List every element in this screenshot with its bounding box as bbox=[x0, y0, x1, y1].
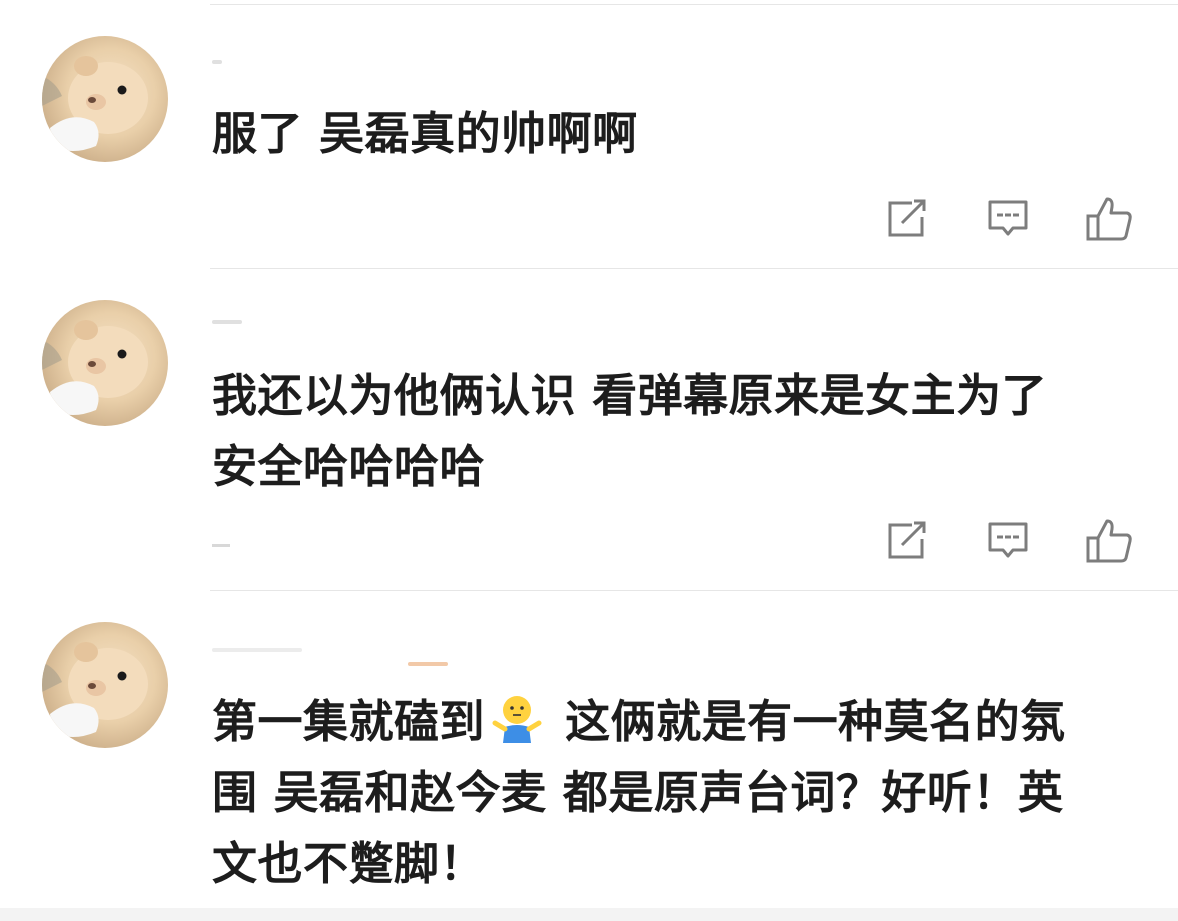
reply-icon bbox=[988, 200, 1028, 236]
username[interactable] bbox=[212, 60, 222, 64]
like-icon bbox=[1086, 197, 1132, 241]
divider bbox=[210, 4, 1178, 5]
reply-icon bbox=[988, 522, 1028, 558]
divider bbox=[210, 268, 1178, 269]
comment-text-line: 我还以为他俩认识 看弹幕原来是女主为了 bbox=[212, 369, 1048, 422]
like-button[interactable] bbox=[1084, 516, 1134, 566]
share-button[interactable] bbox=[882, 194, 932, 244]
comment-text-line: 围 吴磊和赵今麦 都是原声台词？好听！英 bbox=[212, 766, 1064, 819]
reply-button[interactable] bbox=[983, 516, 1033, 566]
timestamp-mark bbox=[212, 544, 230, 547]
user-badge bbox=[408, 662, 448, 666]
like-icon bbox=[1086, 519, 1132, 563]
comment-text-segment: 第一集就磕到 bbox=[212, 695, 486, 748]
avatar[interactable] bbox=[42, 36, 168, 162]
shrug-person-emoji bbox=[491, 693, 543, 745]
comment-text-line: 安全哈哈哈哈 bbox=[212, 440, 486, 493]
avatar[interactable] bbox=[42, 622, 168, 748]
like-button[interactable] bbox=[1084, 194, 1134, 244]
comment-text-segment: 这俩就是有一种莫名的氛 bbox=[549, 695, 1066, 748]
next-comment-edge bbox=[0, 908, 1178, 921]
divider bbox=[210, 590, 1178, 591]
username[interactable] bbox=[212, 320, 242, 324]
share-button[interactable] bbox=[882, 516, 932, 566]
avatar[interactable] bbox=[42, 300, 168, 426]
comment-text: 服了 吴磊真的帅啊啊 bbox=[212, 107, 638, 160]
comment-text-line: 文也不蹩脚！ bbox=[212, 837, 486, 890]
username[interactable] bbox=[212, 648, 302, 652]
share-icon bbox=[888, 521, 926, 559]
reply-button[interactable] bbox=[983, 194, 1033, 244]
comment-text-line: 第一集就磕到 这俩就是有一种莫名的氛 bbox=[212, 686, 1142, 757]
share-icon bbox=[888, 199, 926, 237]
